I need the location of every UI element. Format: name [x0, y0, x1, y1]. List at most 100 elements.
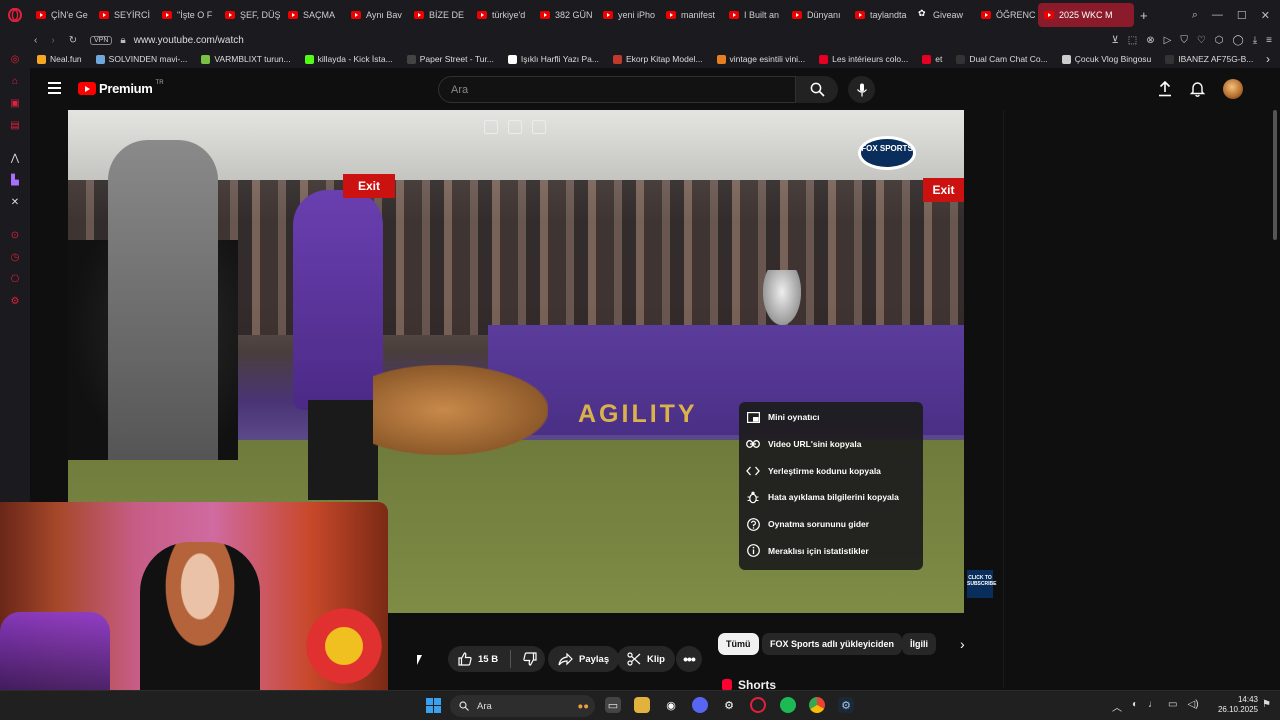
profile-icon[interactable]: ◯ [1233, 35, 1244, 46]
windows-start-icon[interactable] [426, 698, 441, 713]
forward-icon[interactable]: › [51, 35, 54, 46]
browser-tab[interactable]: BİZE DE [408, 3, 471, 27]
browser-tab[interactable]: 2025 WKC M [1038, 3, 1134, 27]
browser-tab[interactable]: SAÇMA [282, 3, 345, 27]
taskbar-search[interactable]: Ara ●● [450, 695, 595, 717]
next-video-icon[interactable] [532, 120, 546, 134]
reload-icon[interactable]: ↻ [69, 35, 77, 46]
sidebar-shopping-icon[interactable]: ⌂ [9, 76, 21, 88]
discord-icon[interactable] [692, 697, 708, 713]
vpn-shield-icon[interactable]: ⛉ [1180, 35, 1188, 46]
browser-tab[interactable]: I Built an [723, 3, 786, 27]
bookmark-item[interactable]: Işıklı Harfli Yazı Pa... [501, 54, 606, 64]
chip-all[interactable]: Tümü [718, 633, 759, 655]
notifications-bell-icon[interactable] [1190, 81, 1205, 97]
player-icon[interactable]: ▷ [1164, 35, 1172, 46]
ctx-stats[interactable]: Meraklısı için istatistikler [739, 537, 923, 564]
youtube-logo[interactable]: Premium TR [78, 80, 164, 96]
minimize-icon[interactable]: — [1212, 9, 1223, 22]
browser-tab[interactable]: Dünyanı [786, 3, 849, 27]
avatar[interactable] [1223, 79, 1243, 99]
like-button[interactable]: 15 B [458, 652, 498, 666]
opera-logo-icon[interactable] [0, 0, 30, 30]
page-scrollbar[interactable] [1273, 110, 1277, 240]
tray-chevron-icon[interactable]: ︿ [1112, 699, 1122, 714]
browser-tab[interactable]: "İşte O F [156, 3, 219, 27]
browser-tab[interactable]: taylandta [849, 3, 912, 27]
browser-tab[interactable]: ÖĞRENC [975, 3, 1038, 27]
bookmark-item[interactable]: Dual Cam Chat Co... [949, 54, 1054, 64]
bookmark-item[interactable]: Neal.fun [30, 54, 89, 64]
ctx-troubleshoot[interactable]: Oynatma sorununu gider [739, 511, 923, 538]
sidebar-twitch-icon[interactable]: ▙ [9, 175, 21, 187]
browser-tab[interactable]: Aynı Bav [345, 3, 408, 27]
bookmark-item[interactable]: Paper Street - Tur... [400, 54, 501, 64]
file-explorer-icon[interactable] [634, 697, 650, 713]
upload-icon[interactable] [1158, 81, 1172, 97]
bookmark-item[interactable]: vintage esintili vini... [710, 54, 813, 64]
subscribe-watermark[interactable]: CLICK TO SUBSCRIBE [967, 570, 996, 598]
sidebar-aria-icon[interactable]: ◎ [9, 54, 21, 66]
browser-tab[interactable]: 382 GÜN [534, 3, 597, 27]
chips-next-icon[interactable]: › [960, 636, 965, 652]
notification-icon[interactable]: ⚑ [1262, 699, 1271, 710]
sidebar-messenger-icon[interactable]: ▣ [9, 98, 21, 110]
browser-tab[interactable]: ÇİN'e Ge [30, 3, 93, 27]
share-button[interactable]: Paylaş [548, 646, 620, 672]
download-icon[interactable]: ⤓ [1253, 35, 1257, 46]
tray-volume-icon[interactable]: ◁) [1188, 699, 1199, 714]
close-icon[interactable]: ✕ [1261, 9, 1270, 22]
search-tabs-icon[interactable]: ⌕ [1192, 9, 1198, 22]
ctx-copy-url[interactable]: Video URL'sini kopyala [739, 431, 923, 458]
clip-button[interactable]: Klip [617, 646, 675, 672]
miniplayer-toggle-icon[interactable] [508, 120, 522, 134]
sidebar-history-icon[interactable]: ◷ [9, 252, 21, 264]
search-button[interactable] [796, 76, 838, 103]
spotify-icon[interactable] [780, 697, 796, 713]
obs-icon[interactable]: ◉ [663, 697, 679, 713]
browser-tab[interactable]: Giveaw [912, 3, 975, 27]
ctx-copy-debug[interactable]: Hata ayıklama bilgilerini kopyala [739, 484, 923, 511]
dislike-button[interactable] [523, 652, 537, 666]
bookmark-item[interactable]: VARMBLIXT turun... [194, 54, 297, 64]
bookmark-item[interactable]: killayda - Kick İsta... [298, 54, 400, 64]
browser-tab[interactable]: türkiye'd [471, 3, 534, 27]
sidebar-x-icon[interactable]: ✕ [9, 197, 21, 209]
snapshot-icon[interactable]: ⬚ [1128, 35, 1137, 46]
popout-icon[interactable] [484, 120, 498, 134]
opera-taskbar-icon[interactable] [750, 697, 766, 713]
sidebar-kick-icon[interactable]: ⋀ [9, 153, 21, 165]
tray-network-icon[interactable]: ▭ [1168, 699, 1177, 714]
bookmark-item[interactable]: Les intérieurs colo... [812, 54, 915, 64]
chrome-icon[interactable] [809, 697, 825, 713]
sidebar-extensions-icon[interactable]: ⎔ [9, 274, 21, 286]
sidebar-flow-icon[interactable]: ⊙ [9, 230, 21, 242]
browser-tab[interactable]: manifest [660, 3, 723, 27]
menu-icon[interactable] [48, 82, 61, 94]
new-tab-icon[interactable]: + [1134, 8, 1154, 23]
chip-from-uploader[interactable]: FOX Sports adlı yükleyiciden [762, 633, 903, 655]
back-icon[interactable]: ‹ [34, 35, 37, 46]
bookmark-item[interactable]: Çocuk Vlog Bingosu [1055, 54, 1159, 64]
chip-related[interactable]: İlgili [902, 633, 936, 655]
easy-setup-icon[interactable]: ≡ [1266, 35, 1272, 46]
ctx-miniplayer[interactable]: Mini oynatıcı [739, 404, 923, 431]
sidebar-settings-icon[interactable]: ⚙ [9, 296, 21, 308]
taskbar-clock[interactable]: 14:43 26.10.2025 [1208, 695, 1258, 715]
bookmark-item[interactable]: SOLVINDEN mavi-... [89, 54, 195, 64]
tray-app-icon[interactable]: ◐ [1132, 699, 1138, 714]
bookmark-item[interactable]: et [915, 54, 949, 64]
more-actions-button[interactable]: ••• [676, 646, 702, 672]
bookmark-item[interactable]: IBANEZ AF75G-B... [1158, 54, 1260, 64]
browser-tab[interactable]: SEYİRCİ [93, 3, 156, 27]
extensions-icon[interactable]: ⬡ [1215, 35, 1224, 46]
maximize-icon[interactable]: ☐ [1237, 9, 1247, 22]
ctx-copy-embed[interactable]: Yerleştirme kodunu kopyala [739, 457, 923, 484]
steam-icon[interactable]: ⚙ [838, 697, 854, 713]
pin-icon[interactable]: ⊻ [1111, 35, 1118, 46]
search-input[interactable]: Ara [438, 76, 796, 103]
adblock-icon[interactable]: ⊗ [1146, 35, 1154, 46]
browser-tab[interactable]: ŞEF, DÜŞ [219, 3, 282, 27]
voice-search-button[interactable] [848, 76, 875, 103]
vpn-badge[interactable]: VPN [90, 35, 113, 45]
